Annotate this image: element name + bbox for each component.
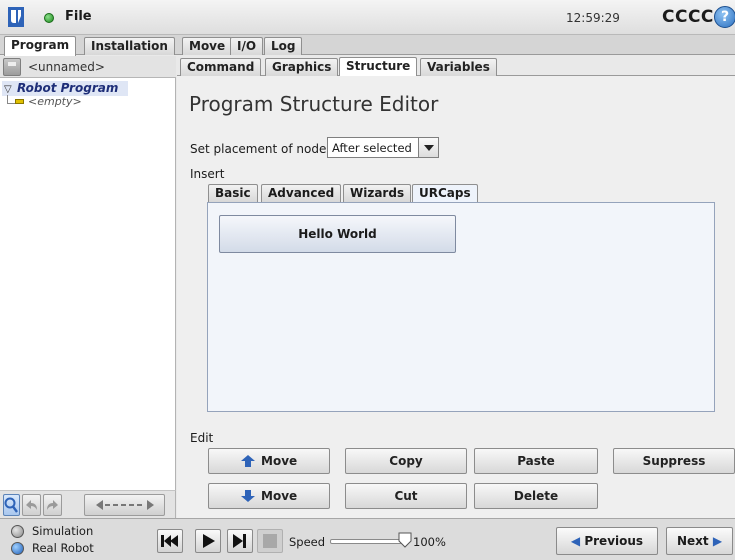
tab-wizards[interactable]: Wizards [343, 184, 412, 203]
real-robot-icon [11, 542, 24, 555]
tree-root-label: Robot Program [17, 81, 119, 95]
urcaps-panel: Hello World [207, 202, 715, 412]
move-node-arrows-icon[interactable] [84, 494, 165, 516]
tab-advanced[interactable]: Advanced [261, 184, 342, 203]
hello-world-button[interactable]: Hello World [219, 215, 456, 253]
paste-button[interactable]: Paste [474, 448, 598, 474]
tab-program[interactable]: Program [4, 36, 77, 56]
simulation-label: Simulation [32, 524, 94, 538]
structure-editor: Program Structure Editor Set placement o… [177, 76, 735, 518]
move-up-label: Move [261, 454, 298, 468]
tree-node-robot-program[interactable]: ▽ Robot Program [2, 81, 128, 96]
program-header: <unnamed> [0, 56, 176, 78]
speed-slider[interactable] [330, 539, 402, 544]
page-title: Program Structure Editor [189, 92, 439, 116]
program-tree: ▽ Robot Program <empty> [0, 78, 176, 490]
copy-button[interactable]: Copy [345, 448, 467, 474]
tab-io[interactable]: I/O [230, 37, 264, 55]
save-icon[interactable] [3, 58, 21, 76]
cut-button[interactable]: Cut [345, 483, 467, 509]
main-tab-bar: Program Installation Move I/O Log [0, 35, 735, 56]
search-icon[interactable] [3, 494, 20, 516]
undo-icon[interactable] [22, 494, 41, 516]
stop-icon[interactable] [257, 529, 283, 553]
expand-arrow-icon[interactable]: ▽ [4, 84, 12, 95]
previous-label: Previous [584, 534, 644, 548]
footer-bar: Simulation Real Robot Speed 100% ◀ Previ… [0, 518, 735, 560]
ur-logo-icon [8, 7, 24, 27]
clock: 12:59:29 [566, 11, 620, 25]
redo-icon[interactable] [43, 494, 62, 516]
file-menu[interactable]: File [65, 9, 92, 24]
previous-button[interactable]: ◀ Previous [556, 527, 658, 555]
chevron-down-icon[interactable] [418, 138, 438, 157]
play-icon[interactable] [195, 529, 221, 553]
speed-slider-handle-icon[interactable] [398, 532, 412, 548]
speed-value: 100% [413, 535, 446, 549]
top-bar: File 12:59:29 CCCC ? [0, 0, 735, 35]
next-button[interactable]: Next ▶ [666, 527, 733, 555]
move-down-label: Move [261, 489, 298, 503]
insert-label: Insert [190, 167, 225, 181]
placement-dropdown[interactable]: After selected [327, 137, 439, 158]
tab-command[interactable]: Command [180, 58, 262, 76]
simulation-icon [11, 525, 24, 538]
placement-label: Set placement of node [190, 142, 327, 156]
arrow-right-icon: ▶ [712, 534, 723, 548]
run-status-icon [44, 13, 54, 23]
delete-button[interactable]: Delete [474, 483, 598, 509]
tab-structure[interactable]: Structure [339, 57, 418, 77]
move-down-button[interactable]: Move [208, 483, 330, 509]
tab-move[interactable]: Move [182, 37, 233, 55]
tab-urcaps[interactable]: URCaps [412, 184, 478, 203]
tree-connector [7, 103, 15, 104]
tab-installation[interactable]: Installation [84, 37, 175, 55]
program-sub-tab-bar: Command Graphics Structure Variables [177, 56, 735, 77]
arrow-left-icon: ◀ [570, 534, 581, 548]
speed-label: Speed [289, 535, 326, 549]
arrow-down-icon [240, 490, 255, 502]
empty-node-icon [15, 99, 24, 104]
placement-value: After selected [332, 141, 412, 155]
robot-name: CCCC [662, 7, 714, 27]
tab-graphics[interactable]: Graphics [265, 58, 339, 76]
real-robot-label: Real Robot [32, 541, 94, 555]
next-label: Next [676, 534, 709, 548]
suppress-button[interactable]: Suppress [613, 448, 735, 474]
program-name: <unnamed> [28, 60, 105, 74]
tab-basic[interactable]: Basic [208, 184, 258, 203]
rewind-icon[interactable] [157, 529, 183, 553]
edit-label: Edit [190, 431, 214, 445]
tree-node-empty[interactable]: <empty> [28, 95, 82, 108]
arrow-up-icon [240, 455, 255, 467]
move-up-button[interactable]: Move [208, 448, 330, 474]
tab-log[interactable]: Log [264, 37, 303, 55]
help-icon[interactable]: ? [714, 6, 735, 28]
tab-variables[interactable]: Variables [420, 58, 497, 76]
step-icon[interactable] [227, 529, 253, 553]
tree-toolbar [0, 490, 176, 518]
